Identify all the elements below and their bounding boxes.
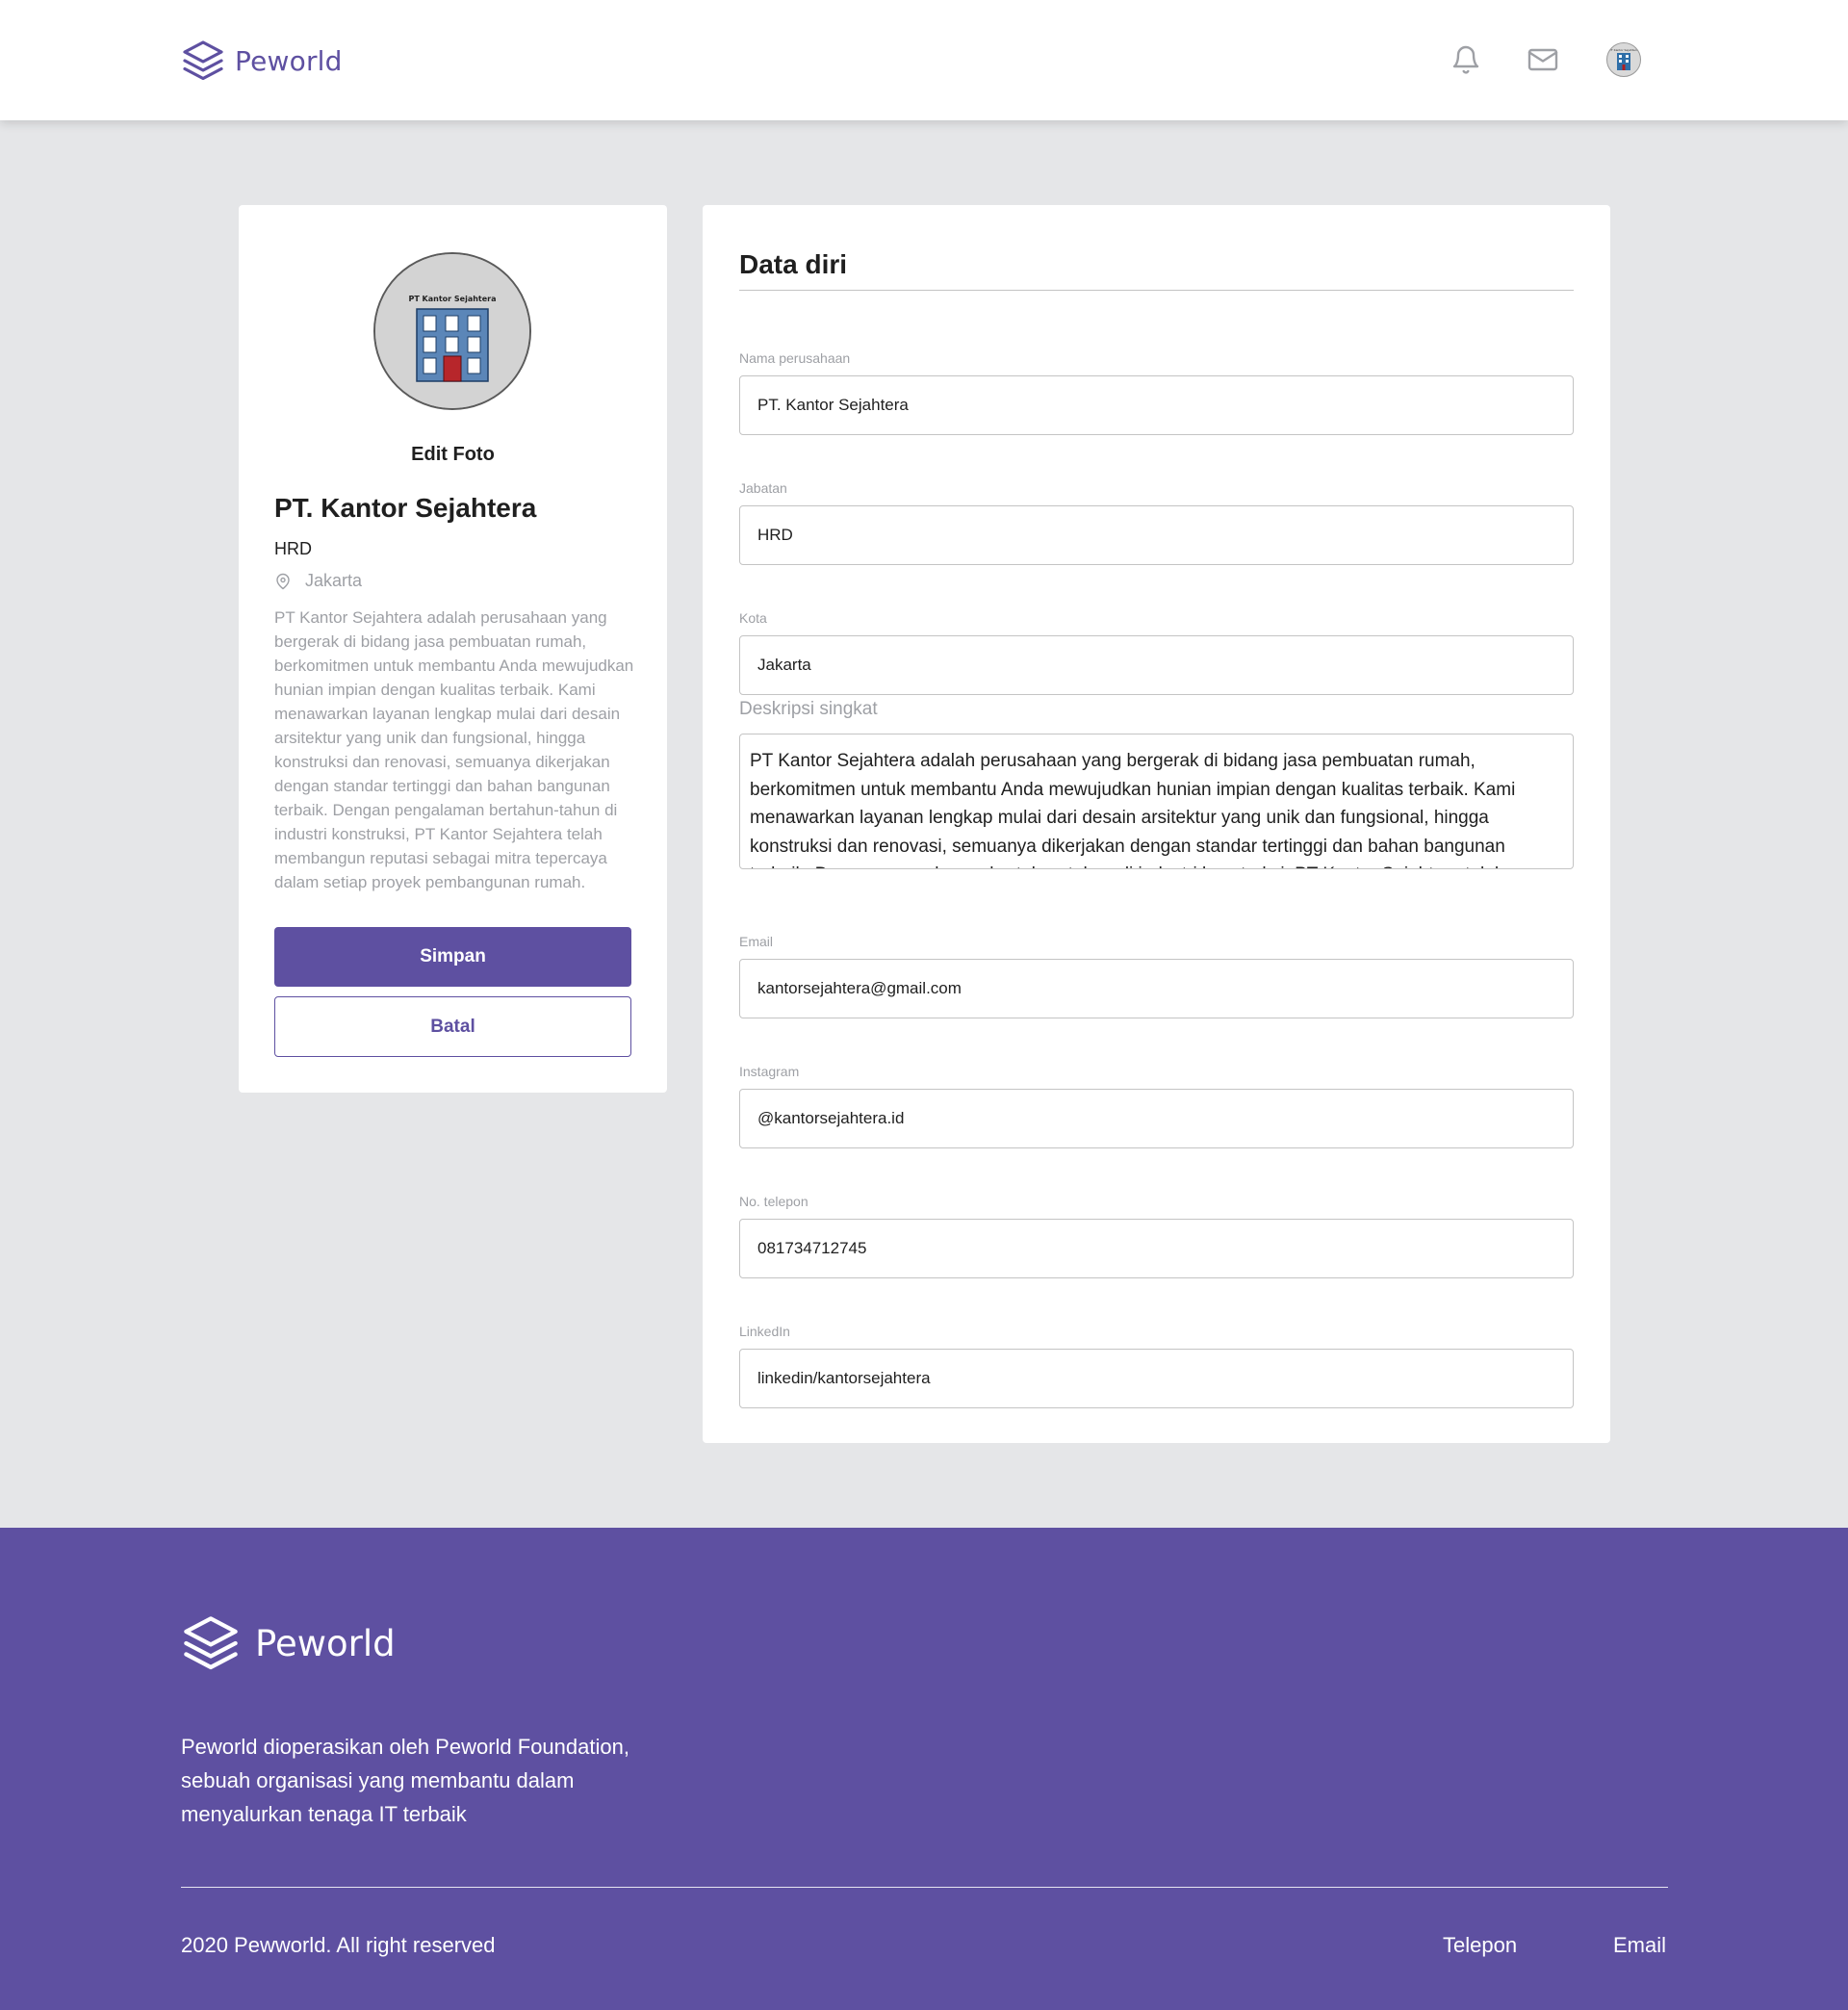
save-button[interactable]: Simpan [274,927,631,987]
edit-photo-button[interactable]: Edit Foto [239,444,667,466]
company-name-label: Nama perusahaan [739,350,851,366]
footer-brand-logo[interactable]: Peworld [181,1612,396,1674]
footer-description: Peworld dioperasikan oleh Peworld Founda… [181,1735,629,1826]
position-field[interactable] [739,505,1574,565]
instagram-label: Instagram [739,1064,800,1079]
layers-logo-icon [183,40,223,81]
mail-button[interactable] [1526,42,1560,77]
footer-brand-name: Peworld [255,1622,396,1664]
footer-link-email[interactable]: Email [1613,1933,1666,1958]
phone-field[interactable] [739,1219,1574,1278]
svg-text:PT Kantor Sejahtera: PT Kantor Sejahtera [408,295,496,303]
city-field[interactable] [739,635,1574,695]
personal-data-form: Data diri Nama perusahaan Jabatan Kota D… [703,205,1610,1443]
city-label: Kota [739,610,767,626]
company-photo[interactable]: PT Kantor Sejahtera [373,252,531,410]
description-field[interactable]: PT Kantor Sejahtera adalah perusahaan ya… [739,734,1574,869]
copyright-text: 2020 Pewworld. All right reserved [181,1933,496,1957]
linkedin-label: LinkedIn [739,1324,790,1339]
form-title: Data diri [739,249,848,279]
linkedin-field[interactable] [739,1349,1574,1408]
phone-label: No. telepon [739,1194,808,1209]
company-location: Jakarta [274,571,362,591]
navbar: Peworld PT Kantor Sejahtera [0,0,1848,120]
location-text: Jakarta [305,571,363,590]
form-divider [739,290,1574,291]
building-avatar-icon: PT Kantor Sejahtera [1609,48,1638,70]
instagram-field[interactable] [739,1089,1574,1148]
position-label: Jabatan [739,480,787,496]
mail-icon [1527,48,1558,71]
email-field[interactable] [739,959,1574,1018]
email-label: Email [739,934,774,949]
company-position: HRD [274,539,312,558]
avatar[interactable]: PT Kantor Sejahtera [1606,42,1641,77]
profile-card: PT Kantor Sejahtera Edit Foto PT. Kantor… [239,205,667,1093]
notification-button[interactable] [1449,42,1483,77]
brand-name: Peworld [235,44,343,77]
bell-icon [1452,45,1479,74]
company-description: PT Kantor Sejahtera adalah perusahaan ya… [274,608,634,891]
layers-logo-icon [184,1616,238,1670]
cancel-button[interactable]: Batal [274,996,631,1057]
description-label: Deskripsi singkat [739,699,878,719]
footer-link-phone[interactable]: Telepon [1443,1933,1517,1958]
svg-text:PT Kantor Sejahtera: PT Kantor Sejahtera [1609,48,1638,52]
brand-logo[interactable]: Peworld [181,36,343,86]
company-name: PT. Kantor Sejahtera [274,493,537,523]
footer: Peworld Peworld dioperasikan oleh Peworl… [0,1528,1848,2010]
building-image: PT Kantor Sejahtera [375,254,529,408]
map-pin-icon [276,573,290,589]
company-name-field[interactable] [739,375,1574,435]
footer-divider [181,1887,1668,1888]
